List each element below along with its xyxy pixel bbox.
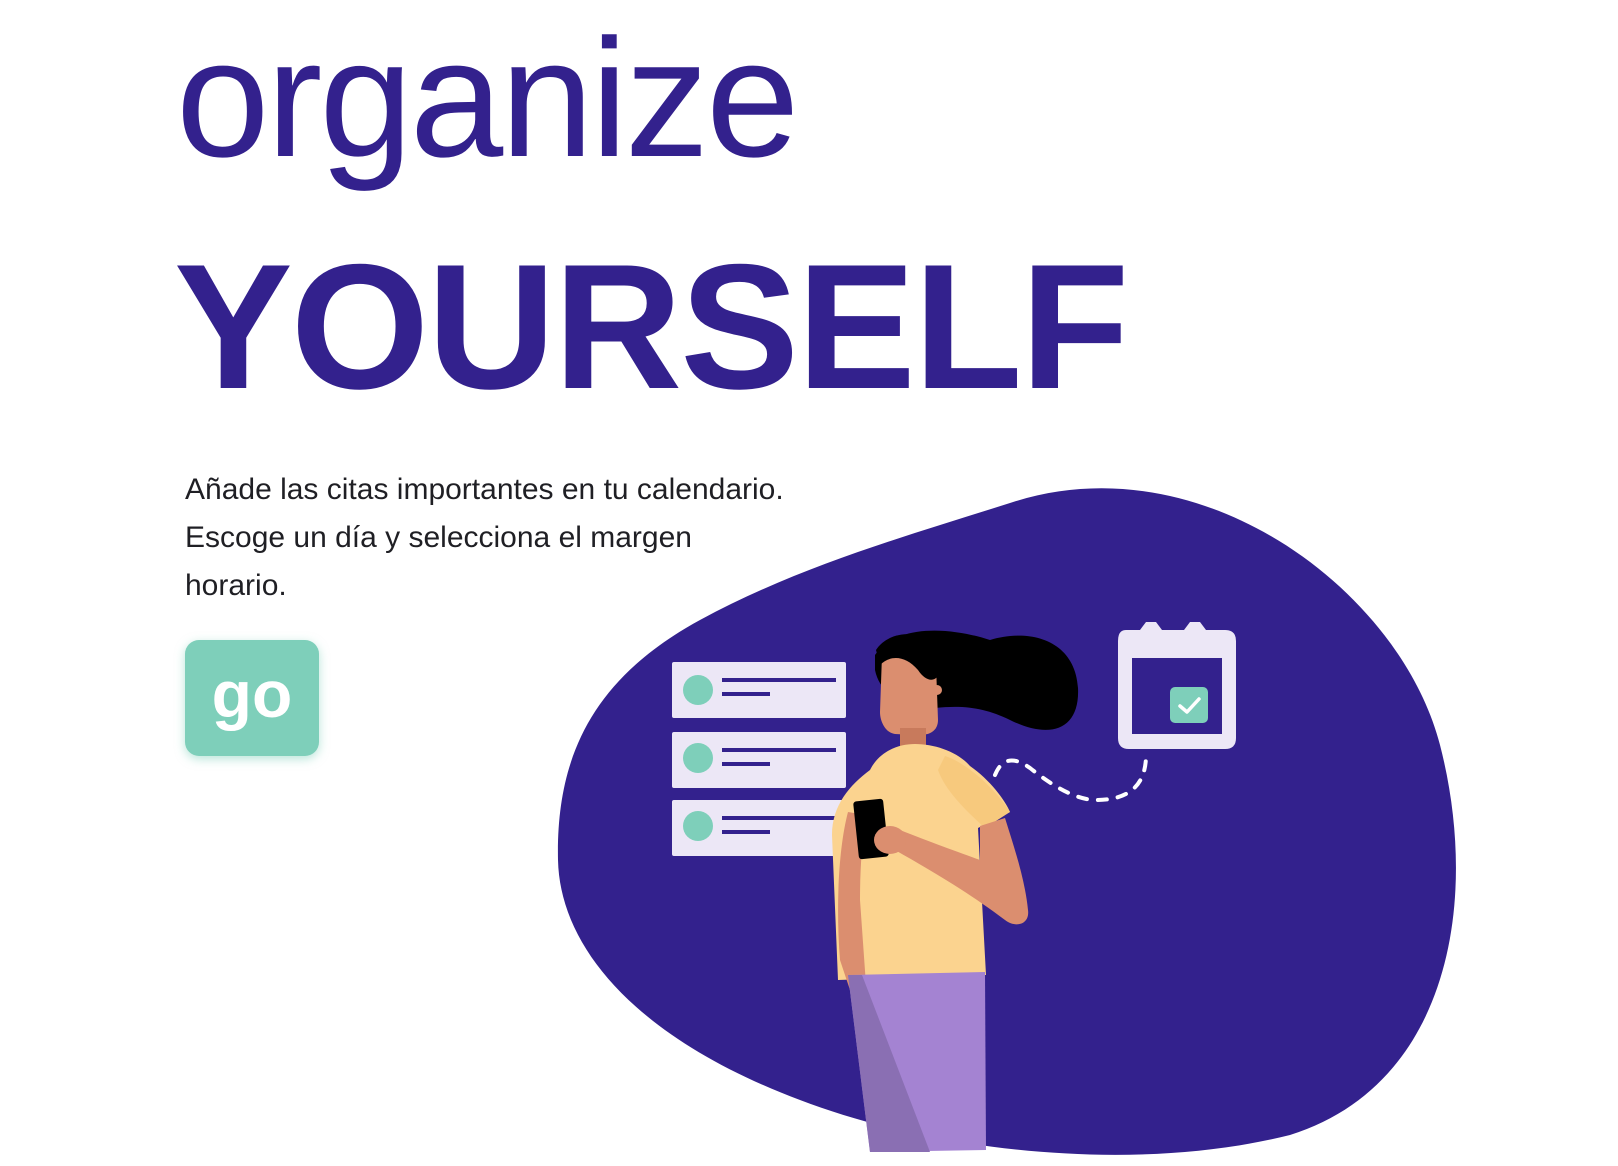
calendar-check-icon (1118, 622, 1236, 749)
go-button[interactable]: go (185, 640, 319, 756)
list-card-icon (672, 732, 846, 788)
list-card-icon (672, 662, 846, 718)
hero-title-yourself: YOURSELF (174, 227, 1129, 426)
list-card-icon (672, 800, 846, 856)
hero-description: Añade las citas importantes en tu calend… (185, 473, 784, 602)
hero-title-organize: organize (176, 4, 799, 192)
